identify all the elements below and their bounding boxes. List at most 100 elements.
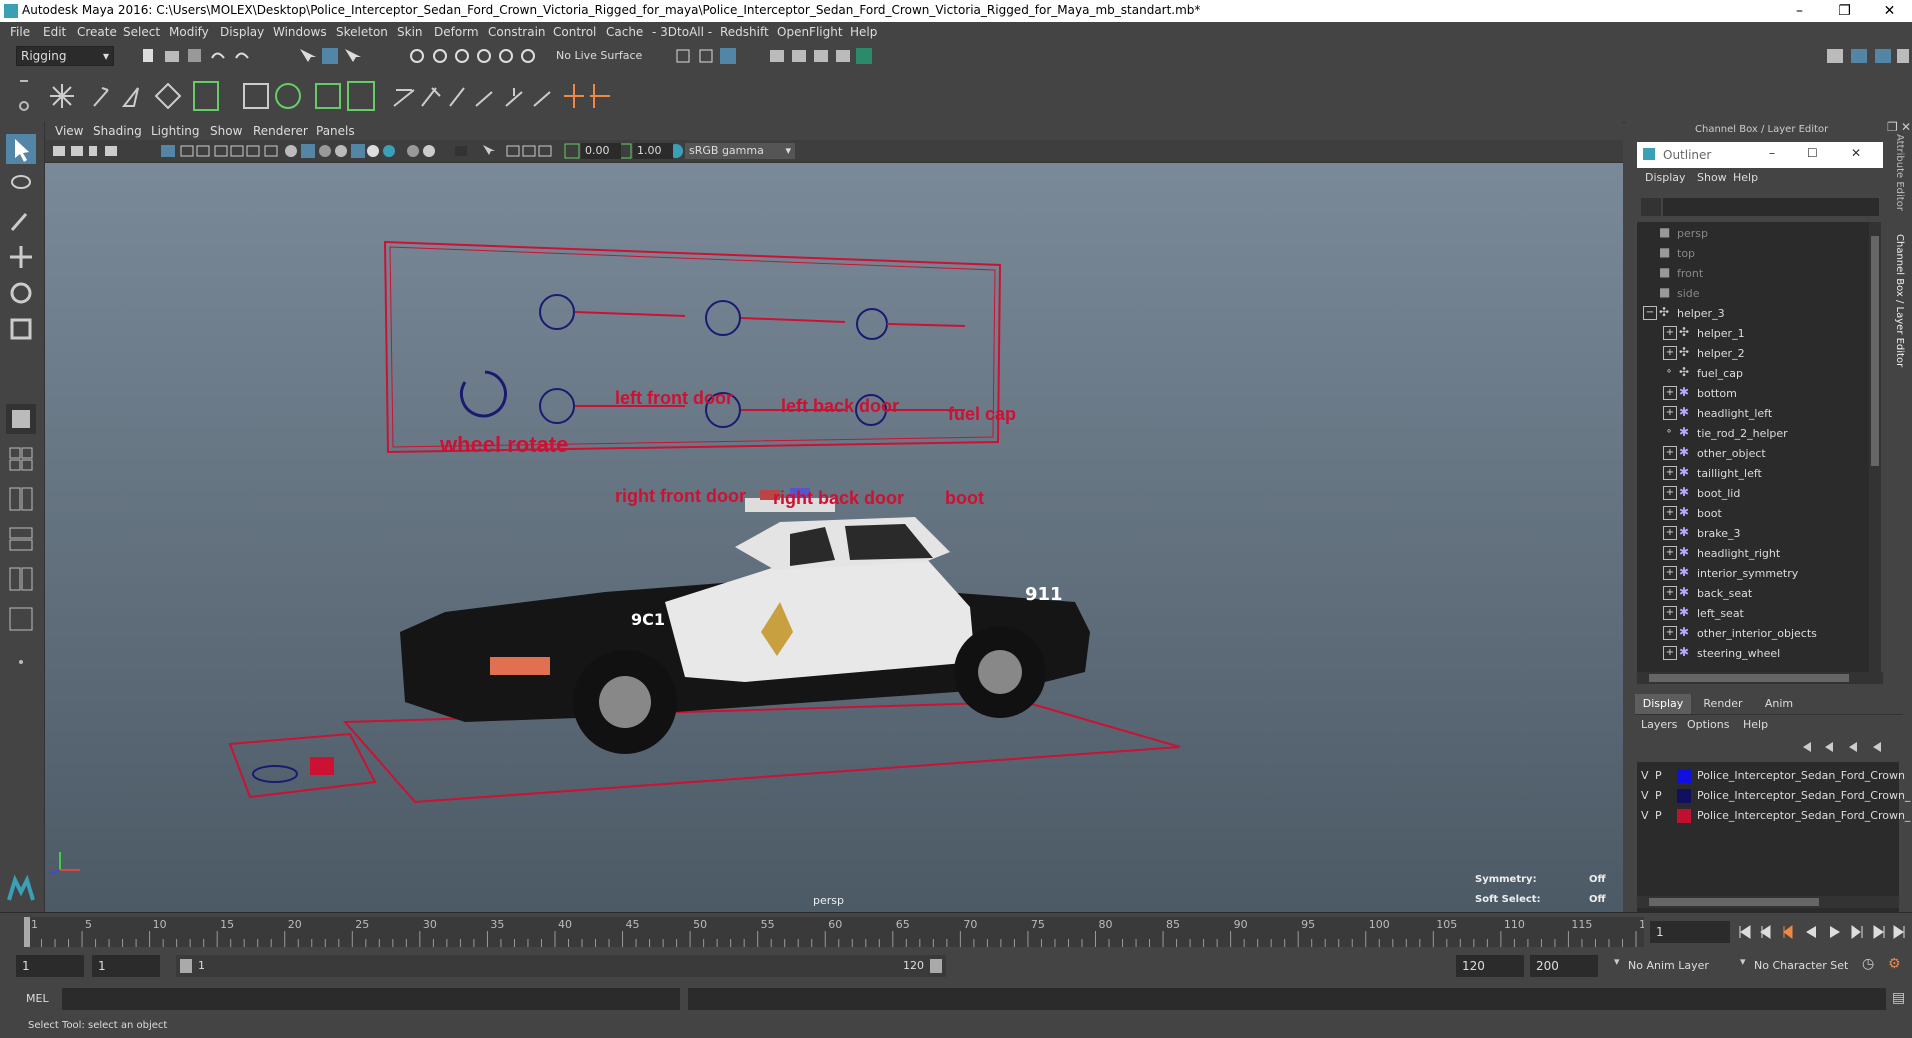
paint-select-tool-button[interactable] <box>6 206 36 236</box>
layer-menu-help[interactable]: Help <box>1743 718 1768 731</box>
outliner-menu-display[interactable]: Display <box>1645 171 1686 184</box>
restore-button[interactable]: ❐ <box>1822 0 1867 22</box>
outliner-item[interactable]: + ✱ other_object <box>1637 444 1869 464</box>
outliner-item[interactable]: ■ front <box>1637 264 1869 284</box>
minimize-button[interactable]: – <box>1777 0 1822 22</box>
collapse-icon[interactable]: − <box>1643 306 1657 320</box>
rig-control-board[interactable] <box>383 240 1002 454</box>
menu-modify[interactable]: Modify <box>169 25 209 39</box>
master-control[interactable] <box>228 732 377 799</box>
view-transform-dropdown[interactable]: sRGB gamma ▾ <box>685 143 795 159</box>
menu-skeleton[interactable]: Skeleton <box>336 25 388 39</box>
tab-render[interactable]: Render <box>1695 694 1751 714</box>
outliner-item[interactable]: ■ top <box>1637 244 1869 264</box>
menu-edit[interactable]: Edit <box>43 25 66 39</box>
police-car-model[interactable] <box>400 488 1090 754</box>
scene-canvas[interactable] <box>45 162 1623 912</box>
channel-box-tab[interactable]: Channel Box / Layer Editor <box>1894 234 1905 367</box>
outliner-item[interactable]: + ✣ helper_1 <box>1637 324 1869 344</box>
menu-redshift[interactable]: Redshift <box>720 25 769 39</box>
outliner-item[interactable]: + ✱ taillight_left <box>1637 464 1869 484</box>
viewport-menu-lighting[interactable]: Lighting <box>151 124 200 138</box>
layer-menu-options[interactable]: Options <box>1687 718 1729 731</box>
mel-label[interactable]: MEL <box>26 992 49 1005</box>
layer-visibility-toggle[interactable]: V <box>1641 809 1649 822</box>
outliner-menu-help[interactable]: Help <box>1733 171 1758 184</box>
attribute-editor-tab[interactable]: Attribute Editor <box>1894 134 1905 211</box>
fuel-cap-control[interactable] <box>856 308 888 340</box>
viewport-menu-renderer[interactable]: Renderer <box>253 124 308 138</box>
range-start-handle[interactable] <box>180 959 192 973</box>
outliner-item[interactable]: + ✱ bottom <box>1637 384 1869 404</box>
expand-icon[interactable]: + <box>1663 546 1677 560</box>
outliner-item[interactable]: ■ persp <box>1637 224 1869 244</box>
menu-select[interactable]: Select <box>123 25 160 39</box>
outliner-search-input[interactable] <box>1663 198 1879 216</box>
current-time-marker[interactable] <box>24 917 30 947</box>
two-view-layout-button[interactable] <box>6 484 36 514</box>
expand-icon[interactable]: + <box>1663 606 1677 620</box>
menu-cache[interactable]: Cache <box>606 25 643 39</box>
viewport-menu-shading[interactable]: Shading <box>93 124 142 138</box>
outliner-item[interactable]: + ✣ helper_2 <box>1637 344 1869 364</box>
left-front-door-control[interactable] <box>539 294 575 330</box>
outliner-item[interactable]: ∘ ✱ tie_rod_2_helper <box>1637 424 1869 444</box>
outliner-item[interactable]: + ✱ interior_symmetry <box>1637 564 1869 584</box>
close-window-button[interactable]: ✕ <box>1867 0 1912 22</box>
layer-visibility-toggle[interactable]: V <box>1641 769 1649 782</box>
expand-icon[interactable]: + <box>1663 346 1677 360</box>
outliner-item[interactable]: + ✱ boot_lid <box>1637 484 1869 504</box>
menu-windows[interactable]: Windows <box>273 25 327 39</box>
expand-icon[interactable]: + <box>1663 526 1677 540</box>
toolbox-more-button[interactable] <box>6 647 36 677</box>
exposure-field[interactable]: 0.00 <box>581 143 621 159</box>
layer-color-swatch[interactable] <box>1677 809 1691 823</box>
tab-display[interactable]: Display <box>1635 694 1691 714</box>
layer-row[interactable]: V P Police_Interceptor_Sedan_Ford_Crown <box>1637 766 1907 786</box>
expand-icon[interactable]: + <box>1663 626 1677 640</box>
outliner-minimize-button[interactable]: – <box>1769 146 1775 160</box>
single-perspective-layout-button[interactable] <box>6 404 36 434</box>
expand-icon[interactable]: + <box>1663 586 1677 600</box>
persp-outliner-layout-button[interactable] <box>6 524 36 554</box>
menu-skin[interactable]: Skin <box>397 25 423 39</box>
viewport-menu-view[interactable]: View <box>55 124 83 138</box>
outliner-item[interactable]: + ✱ other_interior_objects <box>1637 624 1869 644</box>
outliner-horizontal-scrollbar[interactable] <box>1637 672 1883 684</box>
layer-horizontal-scrollbar[interactable] <box>1637 896 1899 908</box>
playback-end-field[interactable]: 120 <box>1456 955 1524 977</box>
animation-end-field[interactable]: 200 <box>1530 955 1598 977</box>
expand-icon[interactable]: + <box>1663 506 1677 520</box>
outliner-item[interactable]: ∘ ✣ fuel_cap <box>1637 364 1869 384</box>
menu-constrain[interactable]: Constrain <box>488 25 546 39</box>
animation-start-field[interactable]: 1 <box>16 955 84 977</box>
shelf-options-icon[interactable] <box>18 76 30 116</box>
time-slider[interactable]: 1 5 10 15 20 25 30 35 40 45 50 55 60 65 70 75 80 85 90 95 10… <box>0 912 1912 951</box>
rigging-shelf-icons[interactable] <box>44 78 684 114</box>
four-view-layout-button[interactable] <box>6 444 36 474</box>
outliner-vertical-scrollbar[interactable] <box>1869 222 1881 672</box>
menu-help[interactable]: Help <box>850 25 877 39</box>
outliner-close-button[interactable]: ✕ <box>1851 146 1861 160</box>
tab-anim[interactable]: Anim <box>1751 694 1807 714</box>
rotate-tool-button[interactable] <box>6 278 36 308</box>
outliner-tree[interactable]: ■ persp ■ top ■ front ■ side − ✣ helper_3 + ✣ helper_… <box>1637 222 1869 672</box>
playback-controls[interactable] <box>1734 921 1910 943</box>
menu-create[interactable]: Create <box>77 25 117 39</box>
layer-playback-toggle[interactable]: P <box>1655 789 1662 802</box>
layer-playback-toggle[interactable]: P <box>1655 769 1662 782</box>
menu-set-dropdown[interactable]: Rigging ▾ <box>16 46 114 66</box>
character-set-dropdown[interactable]: ▾ No Character Set <box>1740 955 1876 977</box>
expand-icon[interactable]: + <box>1663 466 1677 480</box>
range-slider[interactable]: 1 120 <box>176 955 946 977</box>
layer-menu-layers[interactable]: Layers <box>1641 718 1677 731</box>
panel-toggle-icons[interactable] <box>1825 46 1910 66</box>
viewport-menu-show[interactable]: Show <box>210 124 242 138</box>
outliner-item[interactable]: + ✱ headlight_left <box>1637 404 1869 424</box>
auto-key-icon[interactable]: ◷ <box>1862 956 1874 972</box>
expand-icon[interactable]: + <box>1663 566 1677 580</box>
outliner-item[interactable]: − ✣ helper_3 <box>1637 304 1869 324</box>
persp-graph-layout-button[interactable] <box>6 564 36 594</box>
menu-3dtoall[interactable]: - 3DtoAll - <box>652 25 712 39</box>
right-front-door-control[interactable] <box>539 388 575 424</box>
